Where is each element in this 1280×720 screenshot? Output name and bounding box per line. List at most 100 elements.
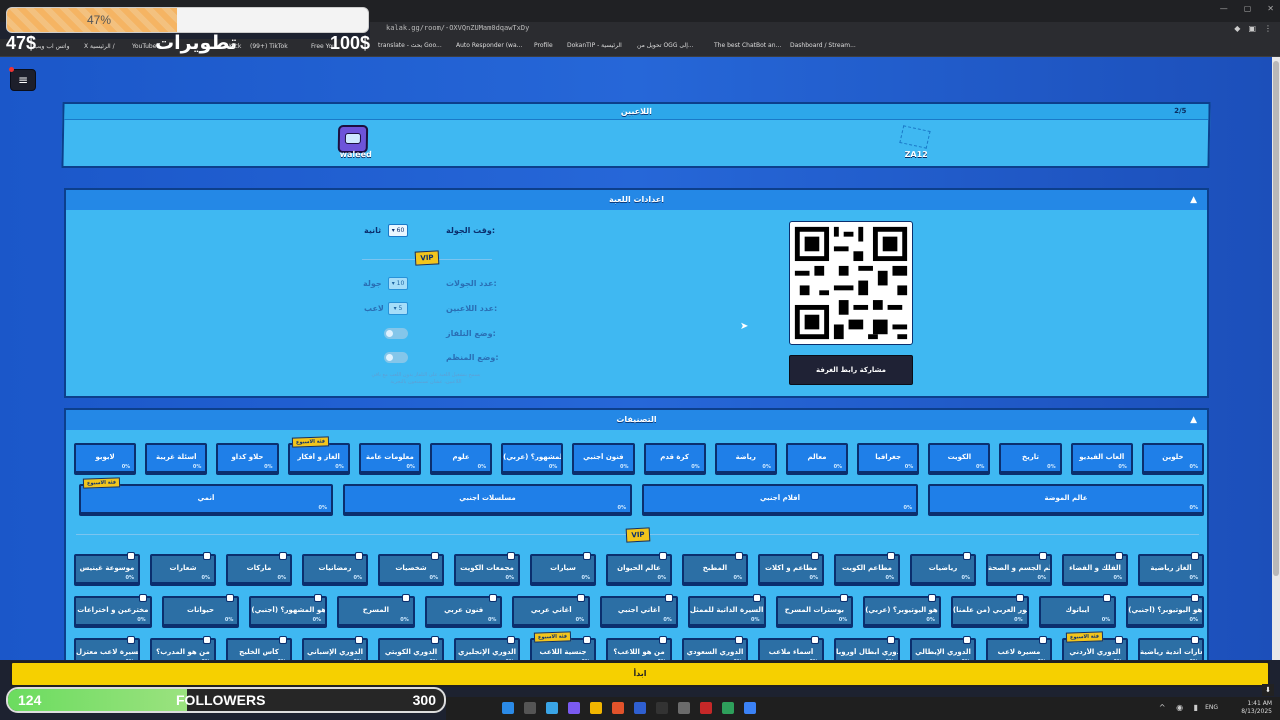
page-scrollbar[interactable] xyxy=(1272,57,1280,660)
obs-icon[interactable] xyxy=(656,702,668,714)
app-icon[interactable] xyxy=(744,702,756,714)
category-button[interactable]: موسوعة غينيس 0% xyxy=(74,552,140,584)
category-button[interactable]: عالم الموضة 0% xyxy=(928,484,1204,514)
category-button[interactable]: دوري أبطال أوروبا 0% xyxy=(834,636,900,660)
category-button[interactable]: الدوري السعودي 0% xyxy=(682,636,748,660)
collapse-caret-icon[interactable]: ▲ xyxy=(1190,195,1197,205)
category-button[interactable]: من هو المدرب؟ 0% xyxy=(150,636,216,660)
bookmark-item[interactable]: translate - بحث Goo... xyxy=(378,42,442,49)
category-button[interactable]: علم الجسم و الصحة 0% xyxy=(986,552,1052,584)
scroll-thumb[interactable] xyxy=(1273,61,1279,576)
category-button[interactable]: جغرافيا 0% xyxy=(857,443,920,473)
app-icon[interactable] xyxy=(678,702,690,714)
category-button[interactable]: من هو المشهور؟ (أجنبي) 0% xyxy=(249,594,328,626)
category-button[interactable]: أغاني عربي 0% xyxy=(512,594,591,626)
category-button[interactable]: الدوري الأردني 0% فئة الاسبوع xyxy=(1062,631,1128,660)
category-button[interactable]: أسئلة غريبة 0% xyxy=(145,443,208,473)
category-button[interactable]: مطاعم و أكلات 0% xyxy=(758,552,824,584)
app-icon[interactable] xyxy=(700,702,712,714)
category-button[interactable]: تاريخ 0% xyxy=(999,443,1062,473)
category-button[interactable]: شعارات أندية رياضية 0% xyxy=(1138,636,1204,660)
category-button[interactable]: ألغاز رياضية 0% xyxy=(1138,552,1204,584)
system-tray-icons[interactable]: ^ ◉ ▮ xyxy=(1159,703,1202,712)
category-button[interactable]: رياضة 0% xyxy=(714,443,777,473)
bookmark-item[interactable]: تحويل من OGG إلى... xyxy=(637,42,694,49)
category-button[interactable]: مجمعات الكويت 0% xyxy=(454,552,520,584)
categories-header[interactable]: التصنيفات ▲ xyxy=(66,410,1207,430)
outlook-icon[interactable] xyxy=(634,702,646,714)
close-icon[interactable]: ✕ xyxy=(1267,4,1274,13)
category-button[interactable]: مخترعين و اختراعات 0% xyxy=(74,594,152,626)
category-button[interactable]: مسيرة لاعب معتزل 0% xyxy=(74,636,140,660)
category-button[interactable]: علوم 0% xyxy=(429,443,493,473)
category-button[interactable]: مسيرة لاعب 0% xyxy=(986,636,1052,660)
category-button[interactable]: أنمي 0% فئة الاسبوع xyxy=(79,477,333,514)
category-button[interactable]: ماركات 0% xyxy=(226,552,292,584)
hamburger-menu-button[interactable]: ≡ xyxy=(10,69,36,91)
category-button[interactable]: من هو اللاعب؟ 0% xyxy=(606,636,672,660)
rounds-select[interactable]: ▾ 10 xyxy=(388,277,408,290)
windows-start-icon[interactable] xyxy=(502,702,514,714)
category-button[interactable]: أفلام أجنبي 0% xyxy=(642,484,918,514)
bookmark-item[interactable]: Dashboard / Stream... xyxy=(790,42,856,49)
round-time-select[interactable]: ▾ 60 xyxy=(388,224,408,237)
category-button[interactable]: الفلك و الفضاء 0% xyxy=(1062,552,1128,584)
category-button[interactable]: المطبخ 0% xyxy=(682,552,748,584)
brave-browser-icon[interactable] xyxy=(612,702,624,714)
category-button[interactable]: من هو المشهور؟ (عربي) 0% xyxy=(501,443,564,473)
category-button[interactable]: سيارات 0% xyxy=(530,552,596,584)
clock[interactable]: 1:41 AM 8/13/2025 xyxy=(1241,700,1272,716)
edge-icon[interactable] xyxy=(546,702,558,714)
category-button[interactable]: جنسية اللاعب 0% فئة الاسبوع xyxy=(530,631,596,660)
start-game-button[interactable]: ابدأ xyxy=(10,661,1270,687)
task-view-icon[interactable] xyxy=(524,702,536,714)
collapse-caret-icon[interactable]: ▲ xyxy=(1190,415,1197,425)
category-button[interactable]: فنون أجنبي 0% xyxy=(572,443,635,473)
category-button[interactable]: خلوين 0% xyxy=(1141,443,1204,473)
bookmark-item[interactable]: The best ChatBot an... xyxy=(714,42,781,49)
category-button[interactable]: عالم الحيوان 0% xyxy=(606,552,672,584)
category-button[interactable]: شخصيات 0% xyxy=(378,552,444,584)
category-button[interactable]: لابوبو 0% xyxy=(74,443,137,473)
maximize-icon[interactable]: ▢ xyxy=(1244,4,1252,13)
category-button[interactable]: ألغاز و أفكار 0% فئة الاسبوع xyxy=(287,436,350,473)
category-button[interactable]: من هو المشهور العربي (من علمنا) 0% xyxy=(950,594,1029,626)
category-button[interactable]: رمضانيات 0% xyxy=(302,552,368,584)
category-button[interactable]: الكويت 0% xyxy=(928,443,991,473)
category-button[interactable]: حلاو كذاو 0% xyxy=(216,443,279,473)
shield-icon[interactable]: ◆ xyxy=(1234,24,1240,33)
language-indicator[interactable]: ENG xyxy=(1205,704,1218,711)
category-button[interactable]: فنون عربي 0% xyxy=(424,594,503,626)
category-button[interactable]: معالم 0% xyxy=(785,443,849,473)
category-button[interactable]: المسرح 0% xyxy=(337,594,415,626)
category-button[interactable]: بوسترات المسرح 0% xyxy=(775,594,854,626)
category-button[interactable]: الدوري الإنجليزي 0% xyxy=(454,636,520,660)
category-button[interactable]: رياضيات 0% xyxy=(910,552,976,584)
category-button[interactable]: مسلسلات أجنبي 0% xyxy=(343,484,632,514)
category-button[interactable]: معلومات عامة 0% xyxy=(358,443,421,473)
bookmark-item[interactable]: Profile xyxy=(534,42,553,49)
category-button[interactable]: شعارات 0% xyxy=(150,552,216,584)
category-button[interactable]: حيوانات 0% xyxy=(161,594,240,626)
category-button[interactable]: الدوري الإيطالي 0% xyxy=(910,636,976,660)
category-button[interactable]: كرة قدم 0% xyxy=(643,443,706,473)
tv-mode-toggle[interactable] xyxy=(384,328,408,339)
menu-icon[interactable]: ⋮ xyxy=(1264,24,1272,33)
category-button[interactable]: الدوري الإسباني 0% xyxy=(302,636,368,660)
bookmark-item[interactable]: DokanTIP - الرئيسية xyxy=(567,42,622,49)
category-button[interactable]: أسماء ملاعب 0% xyxy=(758,636,824,660)
category-button[interactable]: أغاني أجنبي 0% xyxy=(600,594,678,626)
minimize-icon[interactable]: — xyxy=(1220,4,1228,13)
category-button[interactable]: كأس الخليج 0% xyxy=(226,636,292,660)
app-icon[interactable] xyxy=(722,702,734,714)
category-button[interactable]: السيرة الذاتية للممثل 0% xyxy=(687,594,766,626)
category-button[interactable]: أيباتوك 0% xyxy=(1038,594,1117,626)
category-button[interactable]: من هو اليوتيوبر؟ (أجنبي) 0% xyxy=(1126,594,1204,626)
share-room-link-button[interactable]: مشاركة رابط الغرفة xyxy=(789,355,913,385)
category-button[interactable]: ألعاب الفيديو 0% xyxy=(1070,443,1133,473)
players-count-select[interactable]: ▾ 5 xyxy=(388,302,408,315)
category-button[interactable]: مطاعم الكويت 0% xyxy=(834,552,900,584)
bookmark-item[interactable]: Auto Responder (wa... xyxy=(456,42,522,49)
app-icon[interactable] xyxy=(568,702,580,714)
extension-icon[interactable]: ▣ xyxy=(1248,24,1256,33)
